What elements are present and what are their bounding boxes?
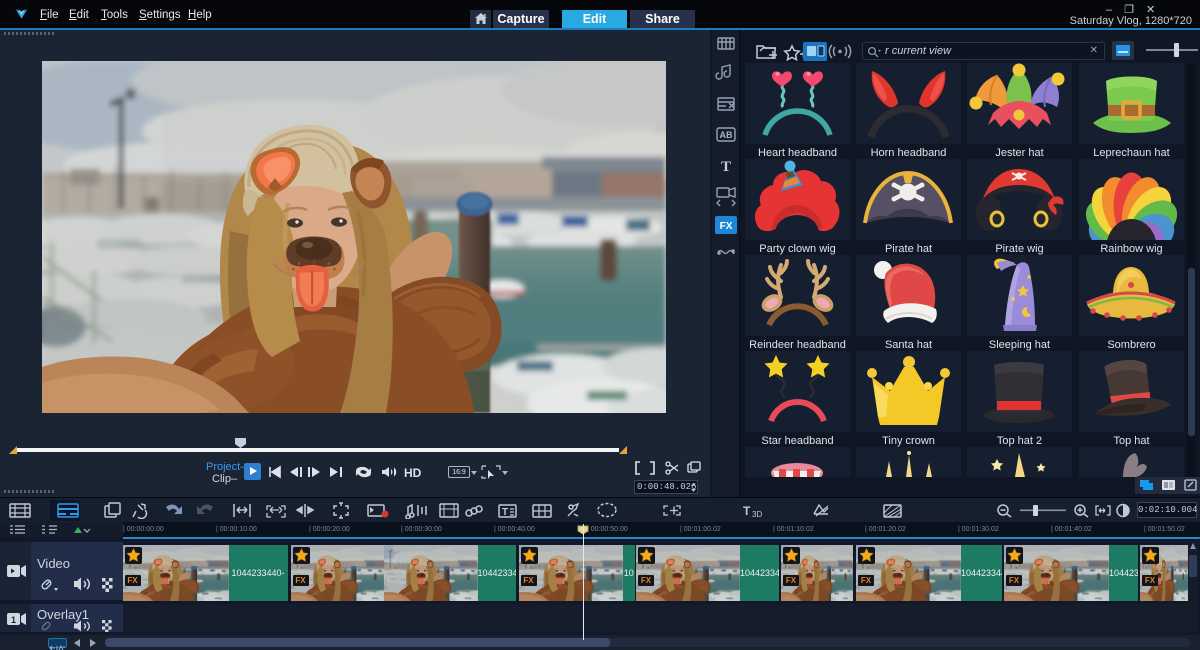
svg-text:T: T [743, 504, 751, 518]
svg-text:T: T [721, 159, 731, 175]
svg-text:3D: 3D [752, 510, 762, 519]
svg-text:HD: HD [404, 466, 422, 479]
svg-text:T: T [502, 507, 508, 518]
svg-text:AB: AB [720, 130, 733, 140]
svg-text:1: 1 [11, 615, 16, 625]
svg-text:FX: FX [720, 221, 733, 232]
